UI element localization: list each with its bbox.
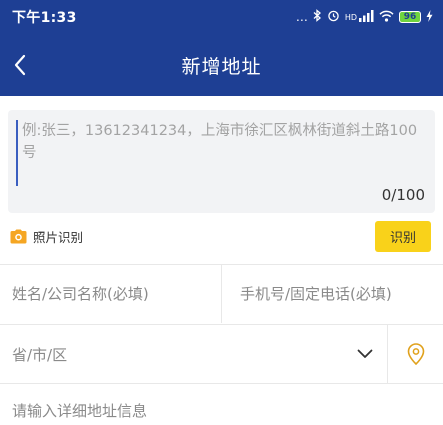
status-time: 下午1:33 — [12, 10, 77, 26]
smart-paste-box: 0/100 — [8, 110, 435, 213]
chevron-left-icon — [14, 54, 26, 76]
bluetooth-icon — [313, 9, 322, 25]
status-bar: 下午1:33 … HD 96 — [0, 0, 443, 34]
detail-address-input[interactable] — [12, 396, 432, 425]
char-count: 0/100 — [381, 186, 425, 204]
battery-icon: 96 — [399, 11, 421, 23]
photo-recognize[interactable]: 照片识别 — [10, 223, 83, 249]
divider — [0, 383, 443, 384]
smart-paste-input[interactable] — [16, 120, 425, 186]
photo-recognize-label: 照片识别 — [33, 229, 84, 245]
row-divider — [221, 265, 222, 323]
back-button[interactable] — [4, 48, 36, 82]
recognize-button[interactable]: 识别 — [375, 221, 431, 252]
region-placeholder: 省/市/区 — [12, 345, 68, 364]
region-select[interactable]: 省/市/区 — [0, 325, 387, 383]
location-pin-icon — [407, 343, 424, 365]
camera-icon — [10, 229, 27, 243]
network-label: HD — [344, 12, 357, 22]
page-title: 新增地址 — [181, 55, 262, 78]
chevron-down-icon — [357, 349, 373, 358]
location-button[interactable] — [388, 325, 443, 383]
name-input[interactable] — [12, 265, 212, 323]
header: 新增地址 — [0, 34, 443, 96]
alarm-icon — [327, 9, 340, 25]
more-dots-icon: … — [295, 10, 308, 24]
signal-icon — [359, 9, 374, 25]
charging-icon — [426, 9, 433, 25]
wifi-icon — [379, 10, 394, 25]
phone-input[interactable] — [240, 265, 440, 323]
status-icons: … HD 96 — [296, 9, 433, 25]
